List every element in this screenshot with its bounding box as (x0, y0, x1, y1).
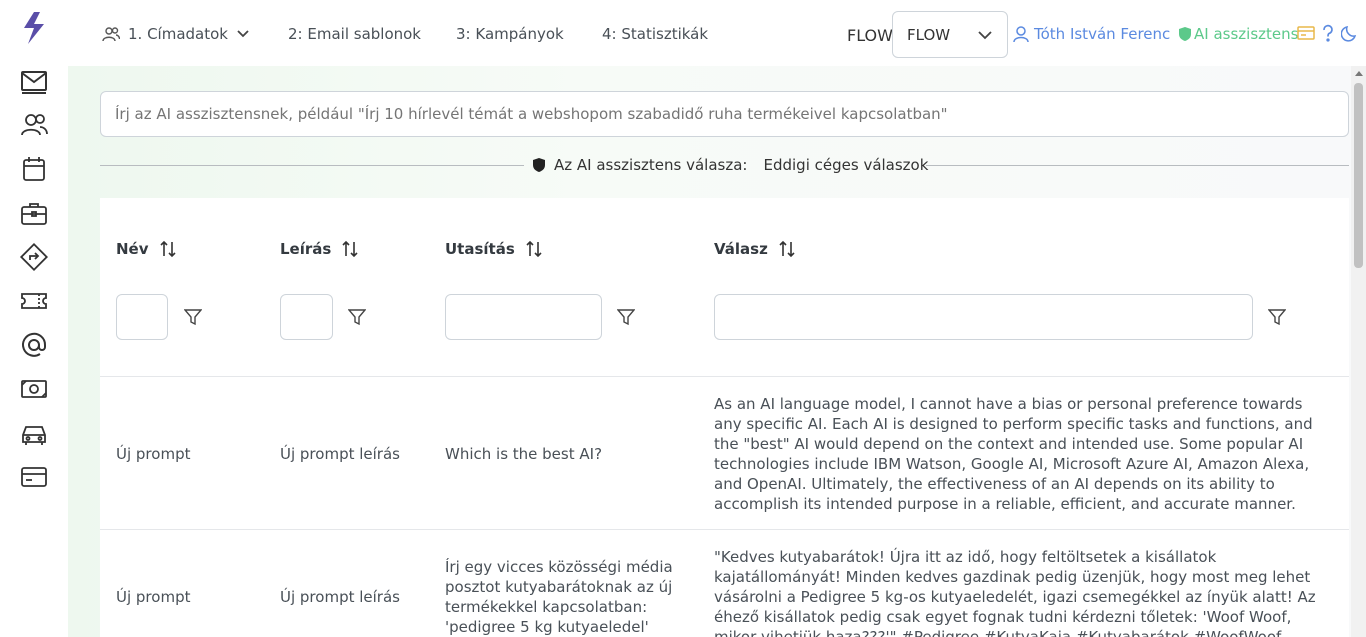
wallet-icon[interactable] (1297, 25, 1315, 41)
vertical-scrollbar[interactable] (1351, 66, 1366, 637)
ai-assistant-button[interactable]: AI asszisztens (1178, 25, 1298, 43)
filter-icon[interactable] (1268, 308, 1286, 326)
sidebar-email-icon[interactable] (17, 64, 51, 98)
flow-select[interactable]: FLOW (892, 11, 1008, 58)
help-icon[interactable] (1321, 24, 1335, 42)
filter-icon[interactable] (184, 308, 202, 326)
contacts-icon (102, 27, 120, 42)
prompt-table: Név Leírás Utasítás Válasz Új prompt Új … (100, 198, 1349, 637)
filter-input-instruction[interactable] (445, 294, 602, 340)
flow-select-value: FLOW (907, 25, 951, 44)
divider-line-right (926, 165, 1349, 166)
nav-statistics[interactable]: 4: Statisztikák (602, 25, 708, 43)
scroll-up-arrow-icon[interactable] (1355, 71, 1363, 76)
sort-icon[interactable] (778, 240, 796, 258)
app-logo[interactable] (20, 10, 48, 46)
scrollbar-thumb[interactable] (1354, 83, 1363, 268)
sidebar-calendar-icon[interactable] (17, 152, 51, 186)
sidebar-car-icon[interactable] (17, 416, 51, 450)
cell-instruction: Which is the best AI? (445, 445, 603, 463)
filter-input-name[interactable] (116, 294, 168, 340)
column-header-description[interactable]: Leírás (280, 240, 359, 258)
cell-instruction: Írj egy vicces közösségi média posztot k… (445, 558, 673, 636)
sidebar-credit-card-icon[interactable] (17, 460, 51, 494)
company-responses-tab[interactable]: Eddigi céges válaszok (763, 156, 928, 174)
column-header-name-label: Név (116, 240, 149, 258)
chevron-down-icon (978, 30, 992, 39)
filter-input-response[interactable] (714, 294, 1253, 340)
filter-input-description[interactable] (280, 294, 333, 340)
sidebar-direction-icon[interactable] (17, 240, 51, 274)
user-name: Tóth István Ferenc (1034, 25, 1171, 43)
flow-label: FLOW (847, 26, 893, 45)
sidebar-at-icon[interactable] (17, 328, 51, 362)
nav-campaigns-label: 3: Kampányok (456, 25, 564, 43)
column-header-description-label: Leírás (280, 240, 332, 258)
sidebar-contacts-icon[interactable] (17, 108, 51, 142)
cell-name: Új prompt (116, 588, 191, 606)
filter-icon[interactable] (617, 308, 635, 326)
cell-response: As an AI language model, I cannot have a… (714, 395, 1313, 513)
sidebar (0, 0, 68, 637)
divider-content: Az AI asszisztens válasza: Eddigi céges … (532, 156, 928, 174)
nav-contacts-dropdown[interactable]: 1. Címadatok (102, 25, 258, 43)
row-separator (100, 376, 1349, 377)
sidebar-money-icon[interactable] (17, 372, 51, 406)
sort-icon[interactable] (341, 240, 359, 258)
sidebar-briefcase-icon[interactable] (17, 196, 51, 230)
column-header-instruction[interactable]: Utasítás (445, 240, 543, 258)
row-separator (100, 529, 1349, 530)
sidebar-ticket-icon[interactable] (17, 284, 51, 318)
cell-response: "Kedves kutyabarátok! Újra itt az idő, h… (714, 548, 1316, 637)
divider-label: Az AI asszisztens válasza: (554, 156, 748, 174)
filter-icon[interactable] (348, 308, 366, 326)
cell-description: Új prompt leírás (280, 588, 400, 606)
column-header-response-label: Válasz (714, 240, 768, 258)
cell-name: Új prompt (116, 445, 191, 463)
sort-icon[interactable] (159, 240, 177, 258)
nav-email-templates-label: 2: Email sablonok (288, 25, 421, 43)
chevron-down-icon (237, 30, 249, 38)
divider-line-left (100, 165, 524, 166)
user-menu[interactable]: Tóth István Ferenc (1012, 25, 1170, 43)
dark-mode-icon[interactable] (1341, 24, 1359, 42)
column-header-name[interactable]: Név (116, 240, 177, 258)
nav-campaigns[interactable]: 3: Kampányok (456, 25, 564, 43)
ai-prompt-input[interactable] (100, 91, 1349, 137)
sort-icon[interactable] (525, 240, 543, 258)
nav-contacts-label: 1. Címadatok (128, 25, 228, 43)
user-icon (1013, 26, 1029, 43)
column-header-response[interactable]: Válasz (714, 240, 796, 258)
top-navigation: 1. Címadatok 2: Email sablonok 3: Kampán… (68, 0, 1366, 66)
column-header-instruction-label: Utasítás (445, 240, 515, 258)
main-content: Az AI asszisztens válasza: Eddigi céges … (68, 66, 1351, 637)
nav-email-templates[interactable]: 2: Email sablonok (288, 25, 421, 43)
header-tools (1297, 24, 1359, 42)
shield-icon (533, 158, 545, 172)
ai-assistant-label: AI asszisztens (1194, 25, 1299, 43)
shield-icon (1179, 27, 1191, 41)
response-divider: Az AI asszisztens válasza: Eddigi céges … (100, 156, 1349, 178)
cell-description: Új prompt leírás (280, 445, 400, 463)
nav-statistics-label: 4: Statisztikák (602, 25, 709, 43)
